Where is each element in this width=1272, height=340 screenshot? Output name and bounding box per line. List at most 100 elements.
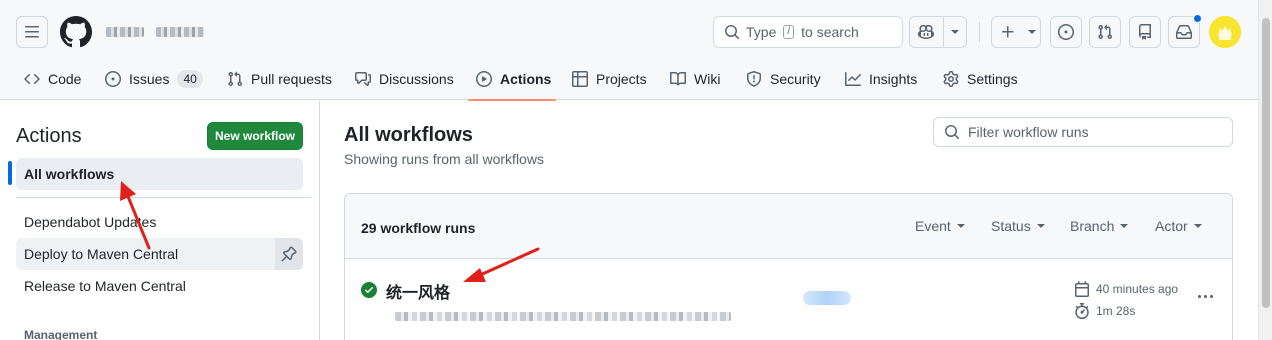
runs-list-header: 29 workflow runs Event Status Branch Act… [345,194,1232,259]
pin-workflow-button[interactable] [275,238,303,270]
book-icon [670,71,686,86]
top-bar: Type / to search [0,0,1258,58]
run-branch-redacted[interactable] [803,291,851,305]
workflow-run-row[interactable]: 统一风格 40 minutes ago 1m 28s [345,260,1232,340]
status-filter-dropdown[interactable]: Status [991,218,1045,234]
app-header: Type / to search Code Issues 40 Pull req… [0,0,1258,101]
stopwatch-icon [1075,303,1089,319]
play-icon [476,71,492,87]
create-new-caret [1024,17,1040,47]
tab-label: Insights [869,71,918,87]
issue-opened-icon [1058,24,1074,40]
create-new-plus [992,17,1024,47]
copilot-icon [918,24,935,40]
issues-button[interactable] [1050,16,1082,48]
selected-indicator [8,161,12,185]
tab-discussions[interactable]: Discussions [347,58,462,100]
notification-dot [1193,14,1202,23]
page-title: All workflows [344,124,473,146]
chevron-down-icon [1193,224,1202,228]
search-icon [725,25,740,40]
filter-label: Actor [1155,218,1188,234]
tab-label: Discussions [379,71,454,87]
search-prefix: Type [746,24,777,40]
pull-request-icon [228,71,243,87]
tab-code[interactable]: Code [16,58,89,100]
sidebar-item-release-to-maven-central[interactable]: Release to Maven Central [16,270,303,302]
pull-request-icon [1098,24,1113,40]
global-search-button[interactable]: Type / to search [713,16,903,48]
create-new-button[interactable] [991,16,1041,48]
scrollbar-thumb[interactable] [1262,18,1270,308]
tab-label: Code [48,71,82,87]
run-duration-value: 1m 28s [1096,304,1136,318]
repositories-button[interactable] [1129,16,1161,48]
tab-label: Security [770,71,821,87]
repo-owner-redacted[interactable] [106,27,144,37]
page-subtitle: Showing runs from all workflows [344,151,544,167]
chevron-down-icon [1028,30,1036,34]
tab-issues[interactable]: Issues 40 [97,58,211,100]
gear-icon [943,71,959,87]
repo-icon [1139,24,1151,40]
tab-label: Settings [967,71,1018,87]
new-workflow-button[interactable]: New workflow [207,122,303,150]
tab-settings[interactable]: Settings [935,58,1026,100]
inbox-icon [1176,25,1192,39]
avatar[interactable] [1209,16,1241,48]
filter-workflow-runs-input[interactable]: Filter workflow runs [933,117,1233,147]
hamburger-menu-button[interactable] [16,16,48,48]
search-suffix: to search [801,24,859,40]
tab-label: Wiki [694,71,721,87]
sidebar-section-management: Management [24,328,98,340]
tab-label: Pull requests [251,71,332,87]
tab-label: Projects [596,71,647,87]
run-timestamp: 40 minutes ago [1074,281,1178,297]
plus-icon [1002,26,1014,38]
sidebar-item-label: All workflows [24,166,115,182]
event-filter-dropdown[interactable]: Event [915,218,965,234]
tab-insights[interactable]: Insights [837,58,925,100]
run-meta-redacted [395,312,731,321]
page-scrollbar[interactable] [1258,0,1272,340]
issues-count-badge: 40 [177,70,203,88]
run-options-kebab-icon[interactable] [1193,284,1217,308]
tab-label: Actions [500,71,552,87]
actions-sidebar: Actions New workflow All workflows Depen… [0,101,320,340]
run-time-ago: 40 minutes ago [1096,282,1179,296]
copilot-button[interactable] [910,17,943,47]
repo-name-redacted[interactable] [156,27,204,37]
tab-pull-requests[interactable]: Pull requests [219,58,340,100]
tab-actions[interactable]: Actions [468,58,556,101]
chevron-down-icon [950,30,959,34]
copilot-split-button [909,16,967,48]
actor-filter-dropdown[interactable]: Actor [1155,218,1202,234]
sidebar-item-deploy-to-maven-central[interactable]: Deploy to Maven Central [16,238,303,270]
filter-label: Branch [1070,218,1115,234]
sidebar-item-all-workflows[interactable]: All workflows [16,158,303,190]
sidebar-item-dependabot-updates[interactable]: Dependabot Updates [16,206,303,238]
search-shortcut-key: / [783,25,795,39]
issue-icon [105,71,121,87]
calendar-icon [1075,281,1089,297]
pull-requests-button[interactable] [1089,16,1121,48]
run-duration: 1m 28s [1074,303,1135,319]
github-logo-icon[interactable] [60,16,92,48]
sidebar-item-label: Dependabot Updates [24,214,157,230]
header-divider [979,22,980,42]
check-circle-icon [361,282,377,298]
repo-nav-tabs: Code Issues 40 Pull requests Discussions… [0,58,1258,101]
tab-wiki[interactable]: Wiki [662,58,728,100]
runs-count: 29 workflow runs [361,220,476,236]
branch-filter-dropdown[interactable]: Branch [1070,218,1129,234]
chevron-down-icon [1036,224,1045,228]
tab-projects[interactable]: Projects [564,58,655,100]
sidebar-divider [16,197,311,198]
tab-security[interactable]: Security [738,58,829,100]
copilot-dropdown-button[interactable] [942,17,966,47]
sidebar-item-label: Deploy to Maven Central [24,246,179,262]
workflow-run-title[interactable]: 统一风格 [386,279,450,303]
code-icon [24,73,40,85]
filter-label: Status [991,218,1031,234]
graph-icon [845,72,861,86]
